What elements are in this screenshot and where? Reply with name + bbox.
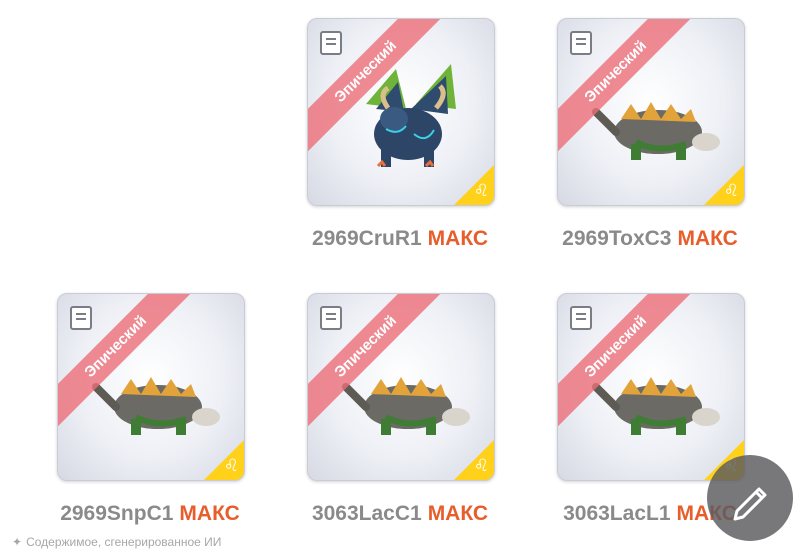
dragon-card-2[interactable]: Эпический ♌ bbox=[557, 18, 745, 206]
dragon-card-3[interactable]: Эпический ♌ bbox=[57, 293, 245, 481]
max-badge: МАКС bbox=[179, 502, 240, 525]
edit-button[interactable] bbox=[707, 455, 793, 541]
footer-text: Содержимое, сгенерированное ИИ bbox=[26, 535, 222, 549]
dragon-card-5[interactable]: Эпический ♌ bbox=[557, 293, 745, 481]
document-icon bbox=[70, 306, 92, 330]
card-name: 2969SnpC1 bbox=[60, 502, 174, 525]
card-name: 3063LacL1 bbox=[563, 502, 671, 525]
card-name: 2969CruR1 bbox=[311, 227, 422, 250]
pencil-icon bbox=[733, 487, 767, 521]
document-icon bbox=[320, 306, 342, 330]
document-icon bbox=[320, 31, 342, 55]
dragon-card-4[interactable]: Эпический ♌ bbox=[307, 293, 495, 481]
leo-sign-icon: ♌ bbox=[223, 456, 239, 476]
max-badge: МАКС bbox=[427, 502, 489, 525]
document-icon bbox=[570, 31, 592, 55]
dragon-card-1[interactable]: Эпический ♌ bbox=[307, 18, 495, 206]
document-icon bbox=[570, 306, 592, 330]
leo-sign-icon: ♌ bbox=[723, 181, 739, 201]
card-label-1: 2969CruR1 МАКС bbox=[270, 227, 530, 251]
leo-sign-icon: ♌ bbox=[473, 181, 489, 201]
sparkle-icon: ✦ bbox=[12, 535, 23, 549]
card-label-4: 3063LacC1 МАКС bbox=[270, 502, 530, 526]
card-name: 3063LacC1 bbox=[311, 502, 422, 525]
card-label-2: 2969ToxC3 МАКС bbox=[520, 227, 780, 251]
ai-content-notice: ✦ Содержимое, сгенерированное ИИ bbox=[12, 535, 221, 549]
card-label-3: 2969SnpC1 МАКС bbox=[20, 502, 280, 526]
max-badge: МАКС bbox=[677, 227, 738, 250]
leo-sign-icon: ♌ bbox=[473, 456, 489, 476]
max-badge: МАКС bbox=[427, 227, 489, 250]
card-name: 2969ToxC3 bbox=[562, 227, 672, 250]
